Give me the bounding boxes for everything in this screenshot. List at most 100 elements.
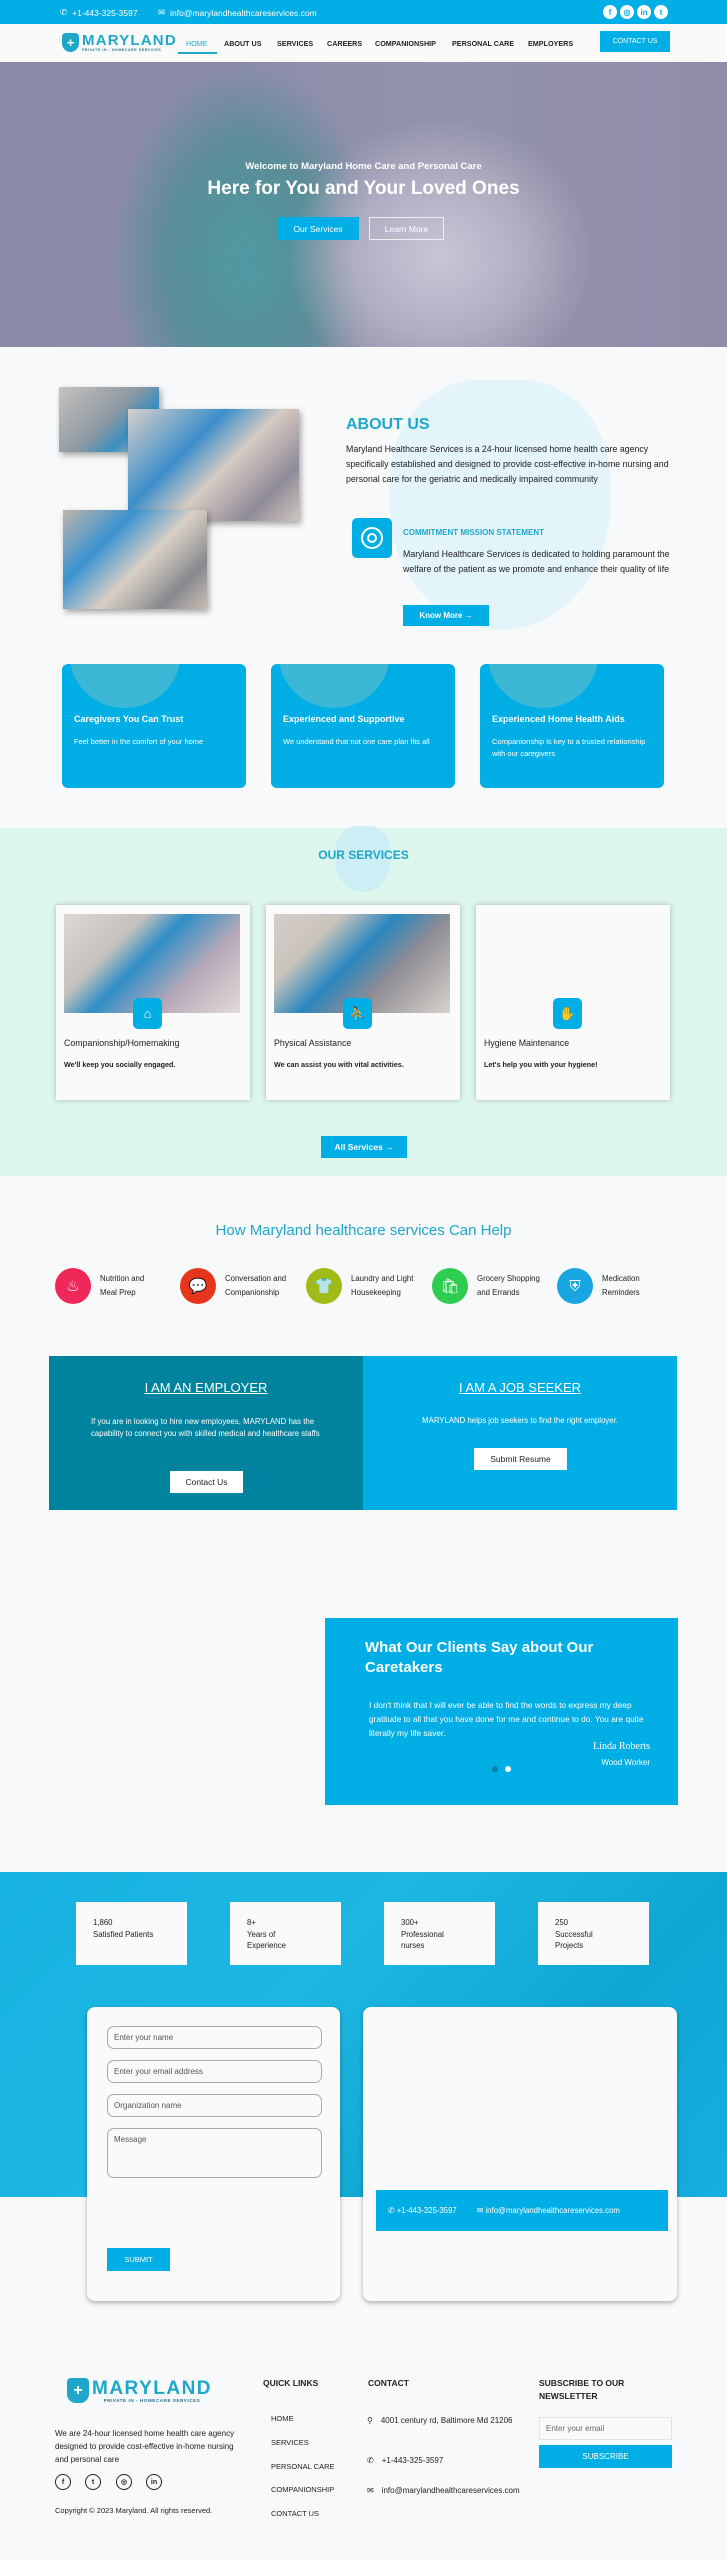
testimonial-panel: What Our Clients Say about Our Caretaker… [325, 1618, 678, 1805]
our-services-button[interactable]: Our Services [277, 217, 359, 240]
about-text: Maryland Healthcare Services is a 24-hou… [346, 444, 669, 484]
meal-cloche-icon: ♨ [55, 1268, 91, 1304]
help-label: Reminders [602, 1288, 640, 1297]
help-label: Meal Prep [100, 1288, 136, 1297]
subscribe-button[interactable]: SUBSCRIBE [539, 2445, 672, 2468]
message-textarea[interactable]: Message [107, 2128, 322, 2178]
about-heading: ABOUT US [346, 416, 430, 433]
hero-title: Here for You and Your Loved Ones [207, 178, 520, 199]
phone-icon: ✆ [367, 2456, 374, 2465]
feature-card: Caregivers You Can Trust Feel better in … [62, 664, 246, 788]
email-input[interactable]: Enter your email address [107, 2060, 322, 2083]
topbar-phone[interactable]: ✆ +1-443-325-3597 [60, 7, 138, 18]
linkedin-icon[interactable]: in [637, 5, 651, 19]
topbar-email[interactable]: ✉ info@marylandhealthcareservices.com [158, 7, 317, 18]
nav-personal-care[interactable]: PERSONAL CARE [452, 39, 514, 48]
mission-text: Maryland Healthcare Services is dedicate… [403, 549, 670, 574]
about-photo-2 [128, 409, 299, 521]
service-card[interactable]: ⛹ Physical Assistance We can assist you … [266, 905, 460, 1100]
footer-link-companionship[interactable]: COMPANIONSHIP [271, 2485, 334, 2494]
know-more-button[interactable]: Know More → [403, 605, 489, 626]
feature-text: We understand that not one care plan fit… [283, 737, 430, 746]
help-label: Laundry and Light [351, 1274, 414, 1283]
learn-more-button[interactable]: Learn More [369, 217, 444, 240]
home-icon: ⌂ [133, 998, 162, 1029]
contact-info-card: ✆ +1-443-325-3597 ✉ info@marylandhealthc… [363, 2007, 677, 2301]
testimonial-quote: I don't think that I will ever be able t… [369, 1700, 644, 1738]
footer-link-services[interactable]: SERVICES [271, 2438, 309, 2447]
contact-email[interactable]: ✉ info@marylandhealthcareservices.com [477, 2206, 620, 2215]
help-label: Housekeeping [351, 1288, 401, 1297]
stat-card: 1,860 Satisfied Patients [76, 1902, 187, 1965]
all-services-button[interactable]: All Services → [321, 1136, 407, 1158]
grocery-bag-icon: 🛍 [432, 1268, 468, 1304]
stat-value: 1,860 [93, 1918, 113, 1927]
site-logo[interactable]: + MARYLAND PRIVATE IN - HOMECARE SERVICE… [62, 33, 177, 52]
facebook-icon[interactable]: f [603, 5, 617, 19]
stat-card: 8+ Years of Experience [230, 1902, 341, 1965]
footer-logo[interactable]: + MARYLAND PRIVATE IN - HOMECARE SERVICE… [67, 2378, 212, 2403]
twitter-icon[interactable]: t [85, 2474, 101, 2490]
submit-resume-button[interactable]: Submit Resume [474, 1448, 567, 1470]
nav-companionship[interactable]: COMPANIONSHIP [375, 39, 436, 48]
chat-bubbles-icon: 💬 [180, 1268, 216, 1304]
shirt-icon: 👕 [306, 1268, 342, 1304]
instagram-icon[interactable]: ◎ [116, 2474, 132, 2490]
service-title: Companionship/Homemaking [64, 1038, 180, 1048]
service-title: Physical Assistance [274, 1038, 352, 1048]
twitter-icon[interactable]: t [654, 5, 668, 19]
nav-services[interactable]: SERVICES [277, 39, 313, 48]
service-title: Hygiene Maintenance [484, 1038, 570, 1048]
testimonial-author: Linda Roberts [593, 1741, 650, 1752]
footer-link-personal-care[interactable]: PERSONAL CARE [271, 2462, 335, 2471]
feature-title: Experienced Home Health Aids [492, 714, 625, 724]
contact-us-button[interactable]: CONTACT US [600, 31, 670, 52]
help-item: 🛍 Grocery Shopping and Errands [432, 1268, 540, 1304]
service-text: We'll keep you socially engaged. [64, 1060, 176, 1069]
footer-link-contact-us[interactable]: CONTACT US [271, 2509, 319, 2518]
footer-email[interactable]: ✉ info@marylandhealthcareservices.com [367, 2484, 520, 2497]
nav-about-us[interactable]: ABOUT US [224, 39, 262, 48]
slider-dot-active[interactable] [505, 1766, 511, 1772]
employer-contact-button[interactable]: Contact Us [170, 1471, 243, 1493]
logo-shield-icon: + [62, 33, 79, 52]
job-seeker-heading[interactable]: I AM A JOB SEEKER [363, 1380, 677, 1395]
active-nav-underline [178, 52, 217, 54]
card-arc-decoration [70, 664, 180, 708]
nav-employers[interactable]: EMPLOYERS [528, 39, 573, 48]
help-item: 💬 Conversation and Companionship [180, 1268, 286, 1304]
mission-title: COMMITMENT MISSION STATEMENT [403, 528, 545, 537]
copyright: Copyright © 2023 Maryland. All rights re… [55, 2506, 213, 2515]
help-heading: How Maryland healthcare services Can Hel… [215, 1222, 512, 1239]
footer-link-home[interactable]: HOME [271, 2414, 294, 2423]
feature-text: Feel better in the comfort of your home [74, 737, 204, 746]
help-item: 👕 Laundry and Light Housekeeping [306, 1268, 413, 1304]
job-seeker-panel: I AM A JOB SEEKER MARYLAND helps job see… [363, 1356, 677, 1510]
instagram-icon[interactable]: ◎ [620, 5, 634, 19]
nav-careers[interactable]: CAREERS [327, 39, 362, 48]
footer-phone[interactable]: ✆ +1-443-325-3597 [367, 2454, 443, 2467]
employer-text: If you are in looking to hire new employ… [91, 1417, 320, 1438]
testimonial-role: Wood Worker [601, 1758, 650, 1767]
service-card[interactable]: ✋ Hygiene Maintenance Let's help you wit… [476, 905, 670, 1100]
help-label: Companionship [225, 1288, 280, 1297]
contact-phone[interactable]: ✆ +1-443-325-3597 [388, 2206, 457, 2215]
submit-button[interactable]: SUBMIT [107, 2248, 170, 2271]
footer-address: ⚲ 4001 century rd, Baltimore Md 21206 [367, 2416, 513, 2425]
phone-icon: ✆ [388, 2206, 397, 2215]
job-seeker-text: MARYLAND helps job seekers to find the r… [422, 1416, 618, 1425]
help-item: ♨ Nutrition and Meal Prep [55, 1268, 144, 1304]
employer-panel: I AM AN EMPLOYER If you are in looking t… [49, 1356, 363, 1510]
newsletter-email-input[interactable]: Enter your email [539, 2417, 672, 2440]
medical-shield-icon: ⛨ [557, 1268, 593, 1304]
slider-dot[interactable] [492, 1766, 498, 1772]
employer-heading[interactable]: I AM AN EMPLOYER [49, 1380, 363, 1395]
nav-home[interactable]: HOME [186, 39, 208, 48]
name-input[interactable]: Enter your name [107, 2026, 322, 2049]
help-label: Grocery Shopping [477, 1274, 540, 1283]
linkedin-icon[interactable]: in [146, 2474, 162, 2490]
service-card[interactable]: ⌂ Companionship/Homemaking We'll keep yo… [56, 905, 250, 1100]
help-label: Nutrition and [100, 1274, 145, 1283]
facebook-icon[interactable]: f [55, 2474, 71, 2490]
organization-input[interactable]: Organization name [107, 2094, 322, 2117]
